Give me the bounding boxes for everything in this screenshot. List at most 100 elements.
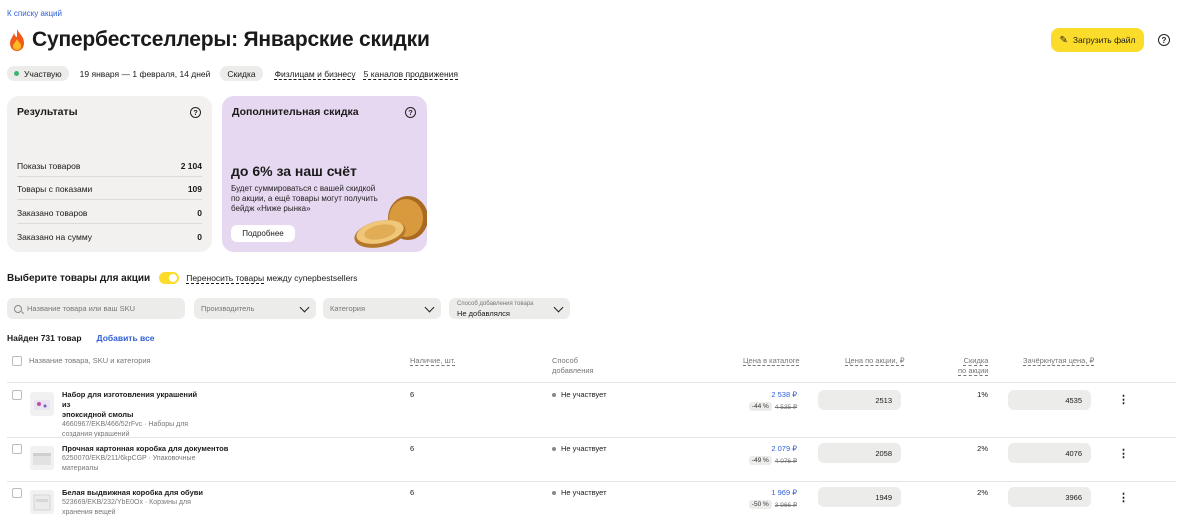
help-icon[interactable]: ? <box>1158 34 1170 46</box>
page-header: Супербестселлеры: Январские скидки <box>7 28 430 52</box>
catalog-price-cell: 2 538 ₽ -44 % 4 535 ₽ <box>740 390 797 411</box>
row-checkbox[interactable] <box>12 488 22 498</box>
manufacturer-label: Производитель <box>201 304 255 313</box>
product-thumbnail-icon <box>33 494 51 511</box>
select-products-row: Выберите товары для акции Переносить тов… <box>7 272 357 284</box>
search-input[interactable]: Название товара или ваш SKU <box>7 298 185 319</box>
back-to-promotions-link[interactable]: К списку акций <box>7 9 62 18</box>
add-method-value: Не добавлялся <box>457 309 510 318</box>
stat-row: Заказано на сумму 0 <box>17 232 202 242</box>
column-header-strike-price[interactable]: Зачёркнутая цена, ₽ <box>1023 356 1094 366</box>
catalog-price[interactable]: 2 538 ₽ <box>740 390 797 399</box>
strike-price-input[interactable]: 3966 <box>1008 487 1091 507</box>
results-card: Результаты ? Показы товаров 2 104 Товары… <box>7 96 212 252</box>
discount-badge: -49 % <box>748 456 772 465</box>
table-row-product[interactable]: Белая выдвижная коробка для обуви 523669… <box>62 488 207 518</box>
status-dot-icon <box>14 71 19 76</box>
column-header-name: Название товара, SKU и категория <box>29 356 151 365</box>
extra-discount-headline: до 6% за наш счёт <box>231 163 357 179</box>
column-header-stock[interactable]: Наличие, шт. <box>410 356 455 366</box>
column-header-method-line1: Способ <box>552 356 578 365</box>
product-sku-line1: 6250070/EKB/211/6kpCGP · Упаковочные <box>62 455 196 462</box>
more-actions-icon[interactable]: ⋮ <box>1118 447 1129 460</box>
stock-value: 6 <box>410 390 415 399</box>
stat-row: Товары с показами 109 <box>17 184 202 194</box>
stat-label: Товары с показами <box>17 184 93 194</box>
move-products-toggle[interactable] <box>159 272 180 284</box>
divider <box>17 223 202 224</box>
divider <box>7 481 1176 482</box>
divider <box>7 437 1176 438</box>
catalog-discount: -49 % 4 076 ₽ <box>740 456 797 465</box>
stat-label: Заказано на сумму <box>17 232 93 242</box>
promo-price-input[interactable]: 1949 <box>818 487 901 507</box>
more-actions-icon[interactable]: ⋮ <box>1118 491 1129 504</box>
audience-link[interactable]: Физлицам и бизнесу <box>275 69 356 79</box>
status-dot-icon <box>552 490 556 495</box>
promo-price-input[interactable]: 2513 <box>818 390 901 410</box>
select-all-checkbox[interactable] <box>12 356 22 366</box>
chevron-down-icon <box>553 302 564 313</box>
column-header-promo-price[interactable]: Цена по акции, ₽ <box>845 356 905 366</box>
column-header-catalog-price[interactable]: Цена в каталоге <box>743 356 800 366</box>
results-help-icon[interactable]: ? <box>190 107 201 118</box>
catalog-price-cell: 2 079 ₽ -49 % 4 076 ₽ <box>740 444 797 465</box>
chevron-down-icon <box>424 302 435 313</box>
old-price: 4 076 ₽ <box>774 457 797 465</box>
discount-value: 2% <box>977 444 988 453</box>
add-all-link[interactable]: Добавить все <box>97 333 155 343</box>
chevron-down-icon <box>299 302 310 313</box>
status-dot-icon <box>552 392 556 397</box>
discount-badge: -44 % <box>748 402 772 411</box>
column-header-discount-line2: по акции <box>958 366 989 375</box>
found-count: Найден 731 товар <box>7 333 82 343</box>
row-checkbox[interactable] <box>12 444 22 454</box>
catalog-discount: -44 % 4 535 ₽ <box>740 402 797 411</box>
extra-discount-card: Дополнительная скидка ? до 6% за наш счё… <box>222 96 427 252</box>
column-header-discount-line1: Скидка <box>963 356 989 365</box>
catalog-price[interactable]: 2 079 ₽ <box>740 444 797 453</box>
catalog-price-cell: 1 969 ₽ -50 % 3 966 ₽ <box>740 488 797 509</box>
upload-file-button[interactable]: ✎ Загрузить файл <box>1051 28 1144 52</box>
stat-row: Показы товаров 2 104 <box>17 161 202 171</box>
discount-value: 2% <box>977 488 988 497</box>
results-title: Результаты <box>17 106 78 118</box>
table-row-product[interactable]: Набор для изготовления украшений из эпок… <box>62 390 207 440</box>
channels-link[interactable]: 5 каналов продвижения <box>364 69 458 79</box>
stock-value: 6 <box>410 488 415 497</box>
promo-price-input[interactable]: 2058 <box>818 443 901 463</box>
strike-price-input[interactable]: 4076 <box>1008 443 1091 463</box>
column-header-method: Способ добавления <box>552 356 594 376</box>
page-title: Супербестселлеры: Январские скидки <box>32 28 430 51</box>
stat-value: 109 <box>187 184 202 194</box>
catalog-price[interactable]: 1 969 ₽ <box>740 488 797 497</box>
stat-value: 0 <box>197 232 202 242</box>
product-sku-line1: 523669/EKB/232/YbE0Ox · Корзины для <box>62 499 191 506</box>
divider <box>17 176 202 177</box>
column-header-discount[interactable]: Скидка по акции <box>958 356 988 376</box>
move-products-link[interactable]: Переносить товары <box>186 273 264 283</box>
strike-price-input[interactable]: 4535 <box>1008 390 1091 410</box>
product-name-line1: Набор для изготовления украшений из <box>62 390 198 409</box>
row-checkbox[interactable] <box>12 390 22 400</box>
stat-value: 2 104 <box>180 161 202 171</box>
status-label: Участвую <box>24 68 62 79</box>
category-select[interactable]: Категория <box>323 298 441 319</box>
promotion-dates: 19 января — 1 февраля, 14 дней <box>79 68 211 79</box>
column-header-method-line2: добавления <box>552 366 594 375</box>
extra-discount-title: Дополнительная скидка <box>232 106 359 118</box>
stat-value: 0 <box>197 208 202 218</box>
select-products-title: Выберите товары для акции <box>7 272 151 284</box>
more-details-button[interactable]: Подробнее <box>231 225 295 242</box>
extra-discount-help-icon[interactable]: ? <box>405 107 416 118</box>
manufacturer-select[interactable]: Производитель <box>194 298 316 319</box>
more-actions-icon[interactable]: ⋮ <box>1118 393 1129 406</box>
table-row-product[interactable]: Прочная картонная коробка для документов… <box>62 444 232 474</box>
product-sku-line2: материалы <box>62 465 99 472</box>
category-label: Категория <box>330 304 366 313</box>
promotion-meta: Участвую 19 января — 1 февраля, 14 дней … <box>7 66 458 81</box>
add-method-select[interactable]: Способ добавления товара Не добавлялся <box>449 298 570 319</box>
add-method: Не участвует <box>552 444 607 453</box>
old-price: 3 966 ₽ <box>774 501 797 509</box>
product-image <box>30 392 54 416</box>
